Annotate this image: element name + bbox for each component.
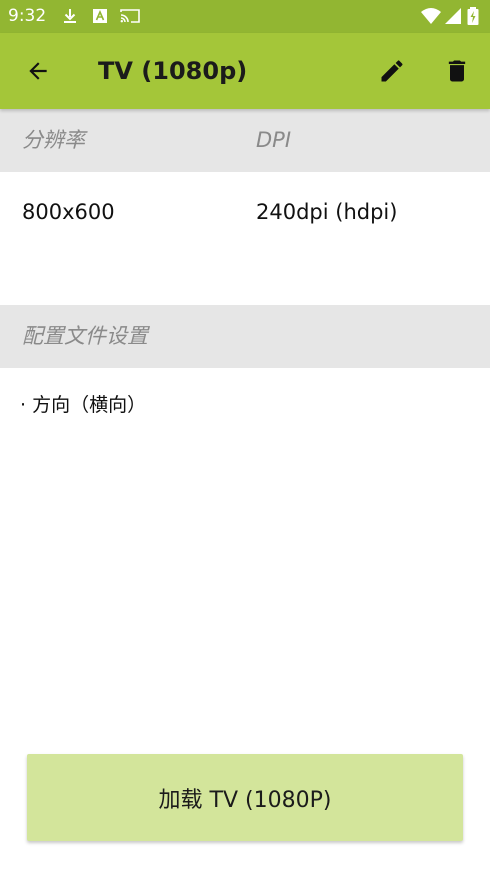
profile-settings-label: 配置文件设置 (22, 324, 148, 348)
page-title: TV (1080p) (98, 57, 248, 85)
status-bar: 9:32 (0, 0, 490, 33)
edit-button[interactable] (368, 47, 416, 95)
app-bar: TV (1080p) (0, 33, 490, 109)
profile-settings-header: 配置文件设置 (0, 305, 490, 368)
pencil-icon (381, 60, 403, 82)
download-icon (64, 9, 76, 23)
status-time: 9:32 (8, 6, 47, 26)
resolution-value: 800x600 (22, 200, 115, 224)
resolution-section-header: 分辨率 DPI (0, 109, 490, 172)
battery-charging-icon (467, 7, 479, 25)
back-arrow-icon (29, 62, 47, 80)
cellular-signal-icon (445, 8, 461, 24)
wifi-icon (421, 8, 441, 24)
dpi-header: DPI (256, 128, 292, 152)
resolution-header: 分辨率 (22, 128, 85, 152)
list-item: · 方向（横向） (20, 394, 147, 416)
load-profile-button[interactable]: 加载 TV (1080P) (27, 754, 463, 841)
delete-button[interactable] (433, 47, 481, 95)
cast-icon (120, 9, 140, 23)
load-button-label: 加载 TV (1080P) (158, 787, 332, 813)
dpi-value: 240dpi (hdpi) (256, 200, 398, 224)
trash-icon (448, 60, 466, 82)
text-a-icon (93, 9, 107, 23)
back-button[interactable] (14, 47, 62, 95)
